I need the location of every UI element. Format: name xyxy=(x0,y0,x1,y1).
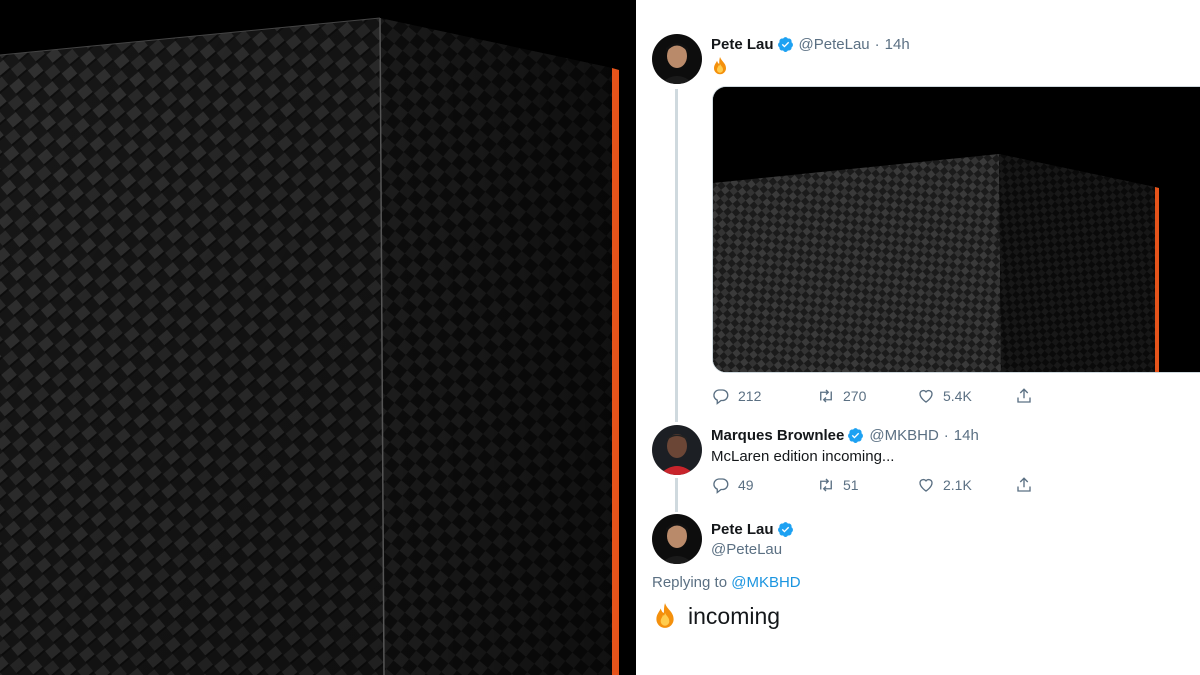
retweet-button[interactable]: 270 xyxy=(817,387,917,405)
user-handle[interactable]: @PeteLau xyxy=(711,541,782,558)
like-count: 2.1K xyxy=(943,477,972,493)
avatar[interactable] xyxy=(652,34,702,84)
avatar[interactable] xyxy=(652,425,702,475)
display-name[interactable]: Marques Brownlee xyxy=(711,427,844,444)
tweet-text: McLaren edition incoming... xyxy=(711,448,895,465)
verified-badge-icon xyxy=(847,427,864,444)
tweet-text xyxy=(711,56,729,80)
timestamp[interactable]: 14h xyxy=(885,36,910,53)
share-button[interactable] xyxy=(1015,476,1041,494)
reply-button[interactable]: 212 xyxy=(712,387,817,405)
share-icon xyxy=(1017,388,1031,403)
tweet-header: Marques Brownlee @MKBHD · 14h xyxy=(711,427,979,444)
timestamp[interactable]: 14h xyxy=(954,427,979,444)
reply-button[interactable]: 49 xyxy=(712,476,817,494)
separator: · xyxy=(943,427,949,444)
like-button[interactable]: 5.4K xyxy=(917,387,1015,405)
retweet-icon xyxy=(820,389,832,403)
share-button[interactable] xyxy=(1015,387,1041,405)
heart-icon xyxy=(919,389,933,403)
tweet-thread: Pete Lau @PeteLau · 14h 212 270 5.4K Mar… xyxy=(636,0,1200,675)
heart-icon xyxy=(919,478,933,492)
tweet-media-image[interactable] xyxy=(712,86,1200,373)
retweet-icon xyxy=(820,478,832,492)
reply-icon xyxy=(713,478,729,494)
display-name[interactable]: Pete Lau xyxy=(711,36,774,53)
tweet-actions: 49 51 2.1K xyxy=(712,476,1041,494)
like-count: 5.4K xyxy=(943,388,972,404)
display-name[interactable]: Pete Lau xyxy=(711,521,774,538)
mention-link[interactable]: @MKBHD xyxy=(731,574,800,591)
replying-to-label: Replying to xyxy=(652,574,728,591)
retweet-button[interactable]: 51 xyxy=(817,476,917,494)
tweet-header: Pete Lau xyxy=(711,521,799,538)
share-icon xyxy=(1017,477,1031,492)
user-handle[interactable]: @MKBHD xyxy=(869,427,938,444)
thread-connector xyxy=(675,478,678,512)
reply-count: 49 xyxy=(738,477,754,493)
retweet-count: 51 xyxy=(843,477,859,493)
retweet-count: 270 xyxy=(843,388,867,404)
tweet-header: Pete Lau @PeteLau · 14h xyxy=(711,36,910,53)
reply-count: 212 xyxy=(738,388,762,404)
replying-to: Replying to @MKBHD xyxy=(652,574,801,591)
verified-badge-icon xyxy=(777,521,794,538)
tweet-handle-row: @PeteLau xyxy=(711,541,782,558)
reply-icon xyxy=(713,389,729,405)
hero-product-image xyxy=(0,0,636,675)
fire-emoji-icon xyxy=(652,602,678,630)
separator: · xyxy=(874,36,880,53)
tweet-text-content: incoming xyxy=(688,602,781,629)
avatar[interactable] xyxy=(652,514,702,564)
fire-emoji-icon xyxy=(711,56,729,76)
tweet-actions: 212 270 5.4K xyxy=(712,387,1041,405)
user-handle[interactable]: @PeteLau xyxy=(799,36,870,53)
thread-connector xyxy=(675,89,678,422)
like-button[interactable]: 2.1K xyxy=(917,476,1015,494)
verified-badge-icon xyxy=(777,36,794,53)
tweet-text: incoming xyxy=(652,602,780,630)
